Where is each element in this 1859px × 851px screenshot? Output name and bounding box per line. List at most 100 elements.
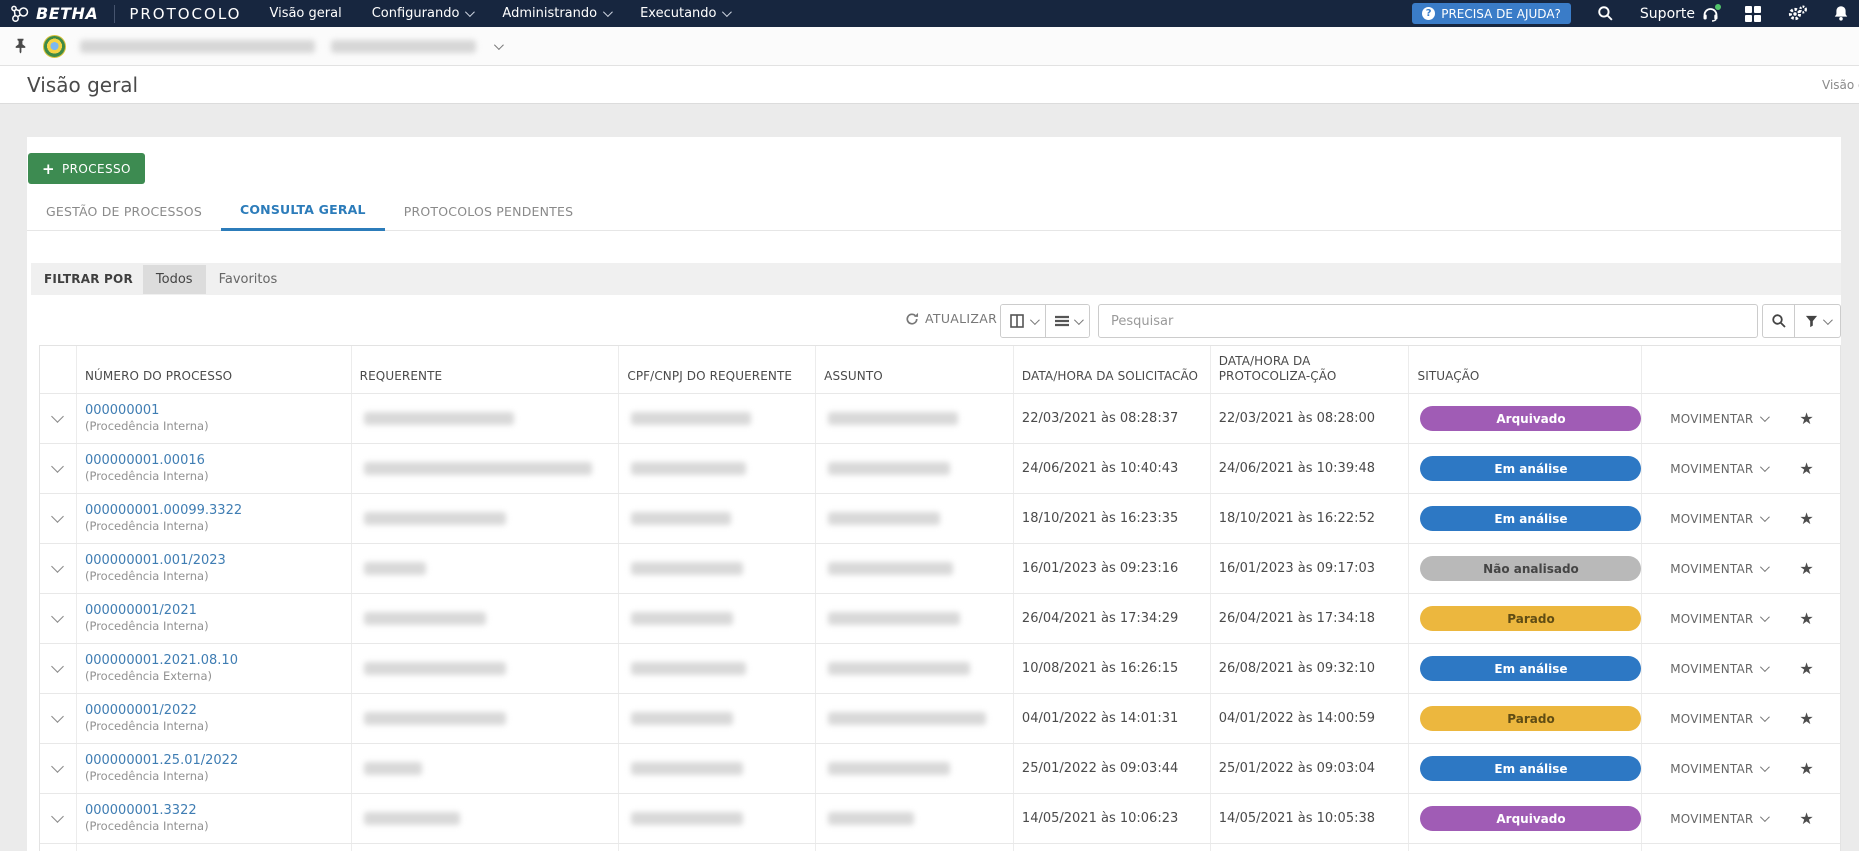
favorite-star-icon[interactable]: ★: [1799, 559, 1813, 578]
process-number-link[interactable]: 000000001.2021.08.10: [85, 653, 343, 670]
page-title: Visão geral: [27, 73, 139, 97]
settings-gears-icon[interactable]: [1787, 5, 1807, 22]
requerente-redacted: [363, 412, 514, 425]
cpf-redacted: [631, 412, 752, 425]
process-number-link[interactable]: 000000001.00099.3322: [85, 503, 343, 520]
header-assunto[interactable]: ASSUNTO: [815, 346, 1013, 393]
header-situacao[interactable]: SITUAÇÃO: [1408, 346, 1641, 393]
row-expand-chevron-icon[interactable]: [51, 410, 65, 423]
favorite-star-icon[interactable]: ★: [1799, 509, 1813, 528]
menu-visao-geral[interactable]: Visão geral: [269, 6, 341, 21]
movimentar-button[interactable]: MOVIMENTAR: [1670, 712, 1771, 726]
row-expand-chevron-icon[interactable]: [51, 560, 65, 573]
process-number-link[interactable]: 000000001.001/2023: [85, 553, 343, 570]
row-expand-chevron-icon[interactable]: [51, 510, 65, 523]
search-icon[interactable]: [1597, 5, 1614, 22]
row-expand-chevron-icon[interactable]: [51, 460, 65, 473]
menu-administrando[interactable]: Administrando: [502, 6, 613, 21]
table-toolbar: ATUALIZAR: [27, 303, 1841, 339]
favorite-star-icon[interactable]: ★: [1799, 609, 1813, 628]
assunto-redacted: [828, 812, 915, 825]
row-expand-chevron-icon[interactable]: [51, 660, 65, 673]
movimentar-button[interactable]: MOVIMENTAR: [1670, 562, 1771, 576]
title-bar: Visão geral Visão geral: [0, 66, 1859, 104]
row-expand-chevron-icon[interactable]: [51, 610, 65, 623]
pin-icon[interactable]: [14, 38, 27, 54]
process-origin: (Procedência Interna): [84, 569, 209, 584]
breadcrumb[interactable]: Visão geral: [1822, 78, 1859, 92]
cpf-redacted: [631, 562, 744, 575]
menu-executando[interactable]: Executando: [640, 6, 733, 21]
row-expand-chevron-icon[interactable]: [51, 760, 65, 773]
process-number-link[interactable]: 000000001.3322: [85, 803, 343, 820]
help-button[interactable]: ? PRECISA DE AJUDA?: [1412, 3, 1571, 24]
favorite-star-icon[interactable]: ★: [1799, 759, 1813, 778]
apps-grid-icon[interactable]: [1745, 5, 1761, 22]
favorite-star-icon[interactable]: ★: [1799, 459, 1813, 478]
tab-gestao-de-processos[interactable]: GESTÃO DE PROCESSOS: [27, 204, 221, 230]
movimentar-button[interactable]: MOVIMENTAR: [1670, 462, 1771, 476]
header-actions: [1641, 346, 1840, 393]
chevron-down-icon: [603, 7, 613, 18]
status-badge: Arquivado: [1420, 406, 1642, 431]
refresh-button[interactable]: ATUALIZAR: [905, 311, 997, 326]
cpf-redacted: [631, 712, 734, 725]
process-number-link[interactable]: 000000001/2021: [85, 603, 343, 620]
data-solicitacao: 22/03/2021 às 08:28:37: [1021, 411, 1179, 426]
movimentar-button[interactable]: MOVIMENTAR: [1670, 662, 1771, 676]
process-number-link[interactable]: 000000001: [85, 403, 343, 420]
data-solicitacao: 18/10/2021 às 16:23:35: [1021, 511, 1179, 526]
tab-consulta-geral[interactable]: CONSULTA GERAL: [220, 202, 385, 231]
process-number-link[interactable]: 000000001.25.01/2022: [85, 753, 343, 770]
process-origin: (Procedência Interna): [84, 469, 209, 484]
notifications-bell-icon[interactable]: [1833, 5, 1849, 22]
chevron-down-icon: [1760, 412, 1771, 423]
online-status-dot: [1715, 3, 1721, 10]
row-expand-chevron-icon[interactable]: [51, 710, 65, 723]
status-badge: Arquivado: [1420, 806, 1642, 831]
chevron-down-icon: [1760, 562, 1771, 573]
entity-name-redacted: [80, 39, 315, 53]
process-number-link[interactable]: 000000001/2022: [85, 703, 343, 720]
favorite-star-icon[interactable]: ★: [1799, 659, 1813, 678]
question-icon: ?: [1422, 7, 1436, 20]
process-origin: (Procedência Externa): [84, 669, 212, 684]
add-process-button[interactable]: + PROCESSO: [28, 153, 145, 184]
filter-option-favoritos[interactable]: Favoritos: [206, 265, 291, 294]
movimentar-button[interactable]: MOVIMENTAR: [1670, 412, 1771, 426]
header-numero[interactable]: NÚMERO DO PROCESSO: [75, 346, 351, 393]
columns-selector-button[interactable]: [1001, 305, 1045, 337]
table-row: 000000001.00099.3322 (Procedência Interna…: [40, 494, 1840, 544]
requerente-redacted: [363, 512, 506, 525]
movimentar-button[interactable]: MOVIMENTAR: [1670, 762, 1771, 776]
search-submit-button[interactable]: [1762, 304, 1795, 338]
header-solicitacao[interactable]: DATA/HORA DA SOLICITACÃO: [1012, 346, 1210, 393]
assunto-redacted: [828, 512, 941, 525]
data-solicitacao: 25/01/2022 às 09:03:44: [1021, 761, 1179, 776]
header-cpf[interactable]: CPF/CNPJ DO REQUERENTE: [618, 346, 815, 393]
tab-protocolos-pendentes[interactable]: PROTOCOLOS PENDENTES: [385, 204, 593, 230]
header-requerente[interactable]: REQUERENTE: [350, 346, 619, 393]
list-density-button[interactable]: [1045, 305, 1089, 337]
favorite-star-icon[interactable]: ★: [1799, 809, 1813, 828]
favorite-star-icon[interactable]: ★: [1799, 409, 1813, 428]
filter-option-todos[interactable]: Todos: [142, 264, 206, 294]
status-badge: Parado: [1420, 606, 1642, 631]
advanced-filter-button[interactable]: [1794, 304, 1841, 338]
search-input[interactable]: [1098, 304, 1758, 338]
movimentar-button[interactable]: MOVIMENTAR: [1670, 512, 1771, 526]
support-button[interactable]: Suporte: [1640, 3, 1721, 22]
table-row: 000000001.3322 (Procedência Interna) 14/0…: [40, 794, 1840, 844]
movimentar-button[interactable]: MOVIMENTAR: [1670, 812, 1771, 826]
favorite-star-icon[interactable]: ★: [1799, 709, 1813, 728]
process-number-link[interactable]: 000000001.00016: [85, 453, 343, 470]
entity-chevron-down-icon[interactable]: [493, 39, 504, 50]
filter-funnel-icon: [1805, 315, 1818, 327]
betha-brand[interactable]: BETHA: [0, 4, 98, 23]
header-protocolizacao[interactable]: DATA/HORA DA PROTOCOLIZA-ÇÃO: [1209, 346, 1409, 393]
main-menu: Visão geral Configurando Administrando E…: [269, 6, 733, 21]
movimentar-button[interactable]: MOVIMENTAR: [1670, 612, 1771, 626]
row-expand-chevron-icon[interactable]: [51, 810, 65, 823]
process-origin: (Procedência Interna): [84, 719, 209, 734]
menu-configurando[interactable]: Configurando: [372, 6, 476, 21]
